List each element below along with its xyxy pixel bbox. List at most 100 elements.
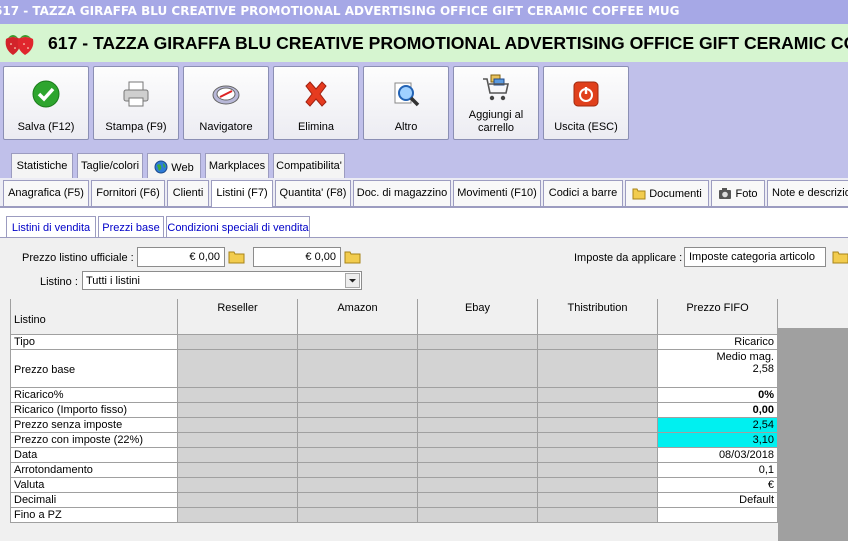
fifo-cell[interactable]: € xyxy=(658,478,778,493)
table-cell[interactable] xyxy=(298,418,418,433)
fifo-cell[interactable]: 08/03/2018 xyxy=(658,448,778,463)
list-select[interactable]: Tutti i listini xyxy=(82,271,362,290)
tab-clienti[interactable]: Clienti xyxy=(167,180,209,206)
tab-markplaces[interactable]: Markplaces xyxy=(205,153,269,179)
table-cell[interactable] xyxy=(178,478,298,493)
fifo-cell[interactable]: 0,00 xyxy=(658,403,778,418)
tab-quantita[interactable]: Quantita' (F8) xyxy=(275,180,351,206)
table-cell[interactable] xyxy=(178,403,298,418)
delete-button[interactable]: Elimina xyxy=(273,66,359,140)
tab-doc-magazzino[interactable]: Doc. di magazzino xyxy=(353,180,451,206)
table-cell[interactable] xyxy=(298,463,418,478)
price-list-field-2[interactable]: € 0,00 xyxy=(253,247,341,267)
tab-codici-barre[interactable]: Codici a barre xyxy=(543,180,623,206)
table-cell[interactable] xyxy=(298,388,418,403)
table-cell[interactable] xyxy=(298,403,418,418)
folder-icon[interactable] xyxy=(228,249,246,265)
table-cell[interactable] xyxy=(298,448,418,463)
table-cell[interactable] xyxy=(538,335,658,350)
table-cell[interactable] xyxy=(538,388,658,403)
column-header-listino[interactable]: Listino xyxy=(10,299,178,335)
fifo-cell[interactable] xyxy=(658,508,778,523)
table-cell[interactable] xyxy=(298,350,418,388)
fifo-cell[interactable]: Ricarico xyxy=(658,335,778,350)
table-cell[interactable] xyxy=(178,448,298,463)
table-cell[interactable] xyxy=(178,335,298,350)
tab-listini[interactable]: Listini (F7) xyxy=(211,180,273,209)
table-cell[interactable] xyxy=(178,463,298,478)
tab-taglie-colori[interactable]: Taglie/colori xyxy=(77,153,143,179)
table-cell[interactable] xyxy=(418,493,538,508)
tab-note-descrizione[interactable]: Note e descrizio xyxy=(767,180,848,206)
table-cell[interactable] xyxy=(538,403,658,418)
column-header-ebay[interactable]: Ebay xyxy=(418,299,538,335)
table-cell[interactable] xyxy=(538,478,658,493)
column-header-amazon[interactable]: Amazon xyxy=(298,299,418,335)
table-cell[interactable] xyxy=(538,418,658,433)
column-header-thistribution[interactable]: Thistribution xyxy=(538,299,658,335)
tab-statistiche[interactable]: Statistiche xyxy=(11,153,73,179)
listini-panel: Listini di vendita Prezzi base Condizion… xyxy=(0,207,848,541)
table-cell[interactable] xyxy=(178,388,298,403)
table-cell[interactable] xyxy=(538,350,658,388)
table-cell[interactable] xyxy=(538,463,658,478)
table-cell[interactable] xyxy=(538,493,658,508)
table-cell[interactable] xyxy=(298,478,418,493)
table-cell[interactable] xyxy=(178,418,298,433)
fifo-cell[interactable]: 2,54 xyxy=(658,418,778,433)
add-to-cart-button[interactable]: Aggiungi al carrello xyxy=(453,66,539,140)
column-header-reseller[interactable]: Reseller xyxy=(178,299,298,335)
table-cell[interactable] xyxy=(418,335,538,350)
table-cell[interactable] xyxy=(298,335,418,350)
fifo-cell[interactable]: 3,10 xyxy=(658,433,778,448)
more-button[interactable]: Altro xyxy=(363,66,449,140)
fifo-cell[interactable]: Default xyxy=(658,493,778,508)
price-list-field-1[interactable]: € 0,00 xyxy=(137,247,225,267)
navigator-button[interactable]: Navigatore xyxy=(183,66,269,140)
table-cell[interactable] xyxy=(298,508,418,523)
folder-icon[interactable] xyxy=(344,249,362,265)
subtab-listini-vendita[interactable]: Listini di vendita xyxy=(6,216,96,238)
save-button[interactable]: Salva (F12) xyxy=(3,66,89,140)
table-cell[interactable] xyxy=(418,508,538,523)
tab-web[interactable]: Web xyxy=(147,153,201,179)
column-header-prezzo-fifo[interactable]: Prezzo FIFO xyxy=(658,299,778,335)
table-cell[interactable] xyxy=(298,433,418,448)
folder-icon[interactable] xyxy=(832,249,848,265)
table-cell[interactable] xyxy=(178,350,298,388)
table-cell[interactable] xyxy=(538,433,658,448)
chevron-down-icon[interactable] xyxy=(345,273,360,288)
magnifier-icon xyxy=(394,82,420,107)
exit-button[interactable]: Uscita (ESC) xyxy=(543,66,629,140)
table-cell[interactable] xyxy=(418,433,538,448)
table-cell[interactable] xyxy=(418,463,538,478)
table-cell[interactable] xyxy=(418,418,538,433)
row-label: Prezzo senza imposte xyxy=(10,418,178,433)
tab-foto[interactable]: Foto xyxy=(711,180,765,206)
table-cell[interactable] xyxy=(178,508,298,523)
table-cell[interactable] xyxy=(418,388,538,403)
table-cell[interactable] xyxy=(538,448,658,463)
add-to-cart-label: Aggiungi al carrello xyxy=(468,109,524,134)
table-cell[interactable] xyxy=(178,493,298,508)
tab-anagrafica[interactable]: Anagrafica (F5) xyxy=(3,180,89,206)
print-button[interactable]: Stampa (F9) xyxy=(93,66,179,140)
table-cell[interactable] xyxy=(538,508,658,523)
table-cell[interactable] xyxy=(418,478,538,493)
subtab-prezzi-base[interactable]: Prezzi base xyxy=(98,216,164,238)
table-cell[interactable] xyxy=(418,448,538,463)
fifo-cell[interactable]: Medio mag. 2,58 xyxy=(658,350,778,388)
tab-fornitori[interactable]: Fornitori (F6) xyxy=(91,180,165,206)
tab-compatibilita[interactable]: Compatibilita' xyxy=(273,153,345,179)
table-cell[interactable] xyxy=(418,403,538,418)
fifo-cell[interactable]: 0% xyxy=(658,388,778,403)
tab-movimenti[interactable]: Movimenti (F10) xyxy=(453,180,541,206)
table-cell[interactable] xyxy=(418,350,538,388)
tab-documenti[interactable]: Documenti xyxy=(625,180,709,206)
table-cell[interactable] xyxy=(298,493,418,508)
product-header: 617 - TAZZA GIRAFFA BLU CREATIVE PROMOTI… xyxy=(0,24,848,62)
fifo-cell[interactable]: 0,1 xyxy=(658,463,778,478)
tax-field[interactable]: Imposte categoria articolo xyxy=(684,247,826,267)
table-cell[interactable] xyxy=(178,433,298,448)
subtab-condizioni-speciali[interactable]: Condizioni speciali di vendita xyxy=(166,216,310,238)
